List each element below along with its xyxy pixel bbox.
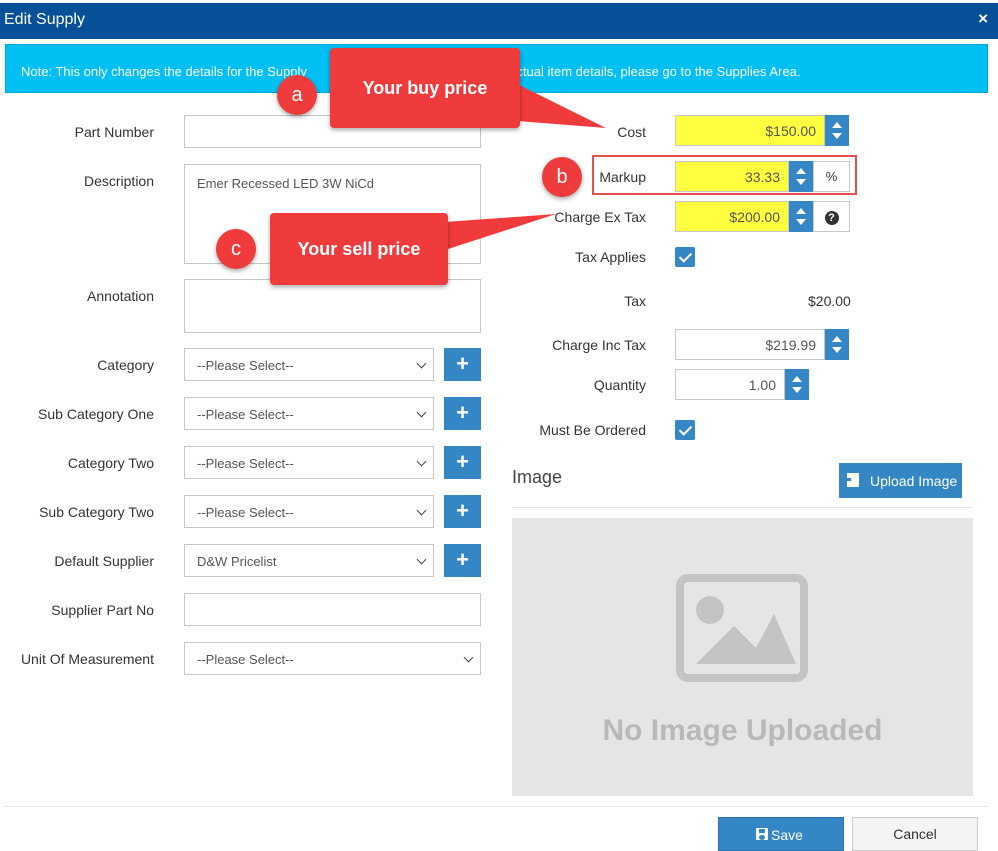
callout-c: Your sell price bbox=[270, 213, 448, 285]
callout-a: Your buy price bbox=[330, 48, 520, 128]
callout-b-badge: b bbox=[542, 157, 582, 197]
callout-a-text: Your buy price bbox=[362, 78, 488, 98]
callout-a-pointer bbox=[505, 78, 606, 128]
callout-c-text: Your sell price bbox=[297, 239, 421, 259]
callout-c-badge: c bbox=[216, 229, 256, 269]
callout-c-pointer bbox=[445, 214, 556, 250]
callout-a-badge: a bbox=[277, 75, 317, 115]
